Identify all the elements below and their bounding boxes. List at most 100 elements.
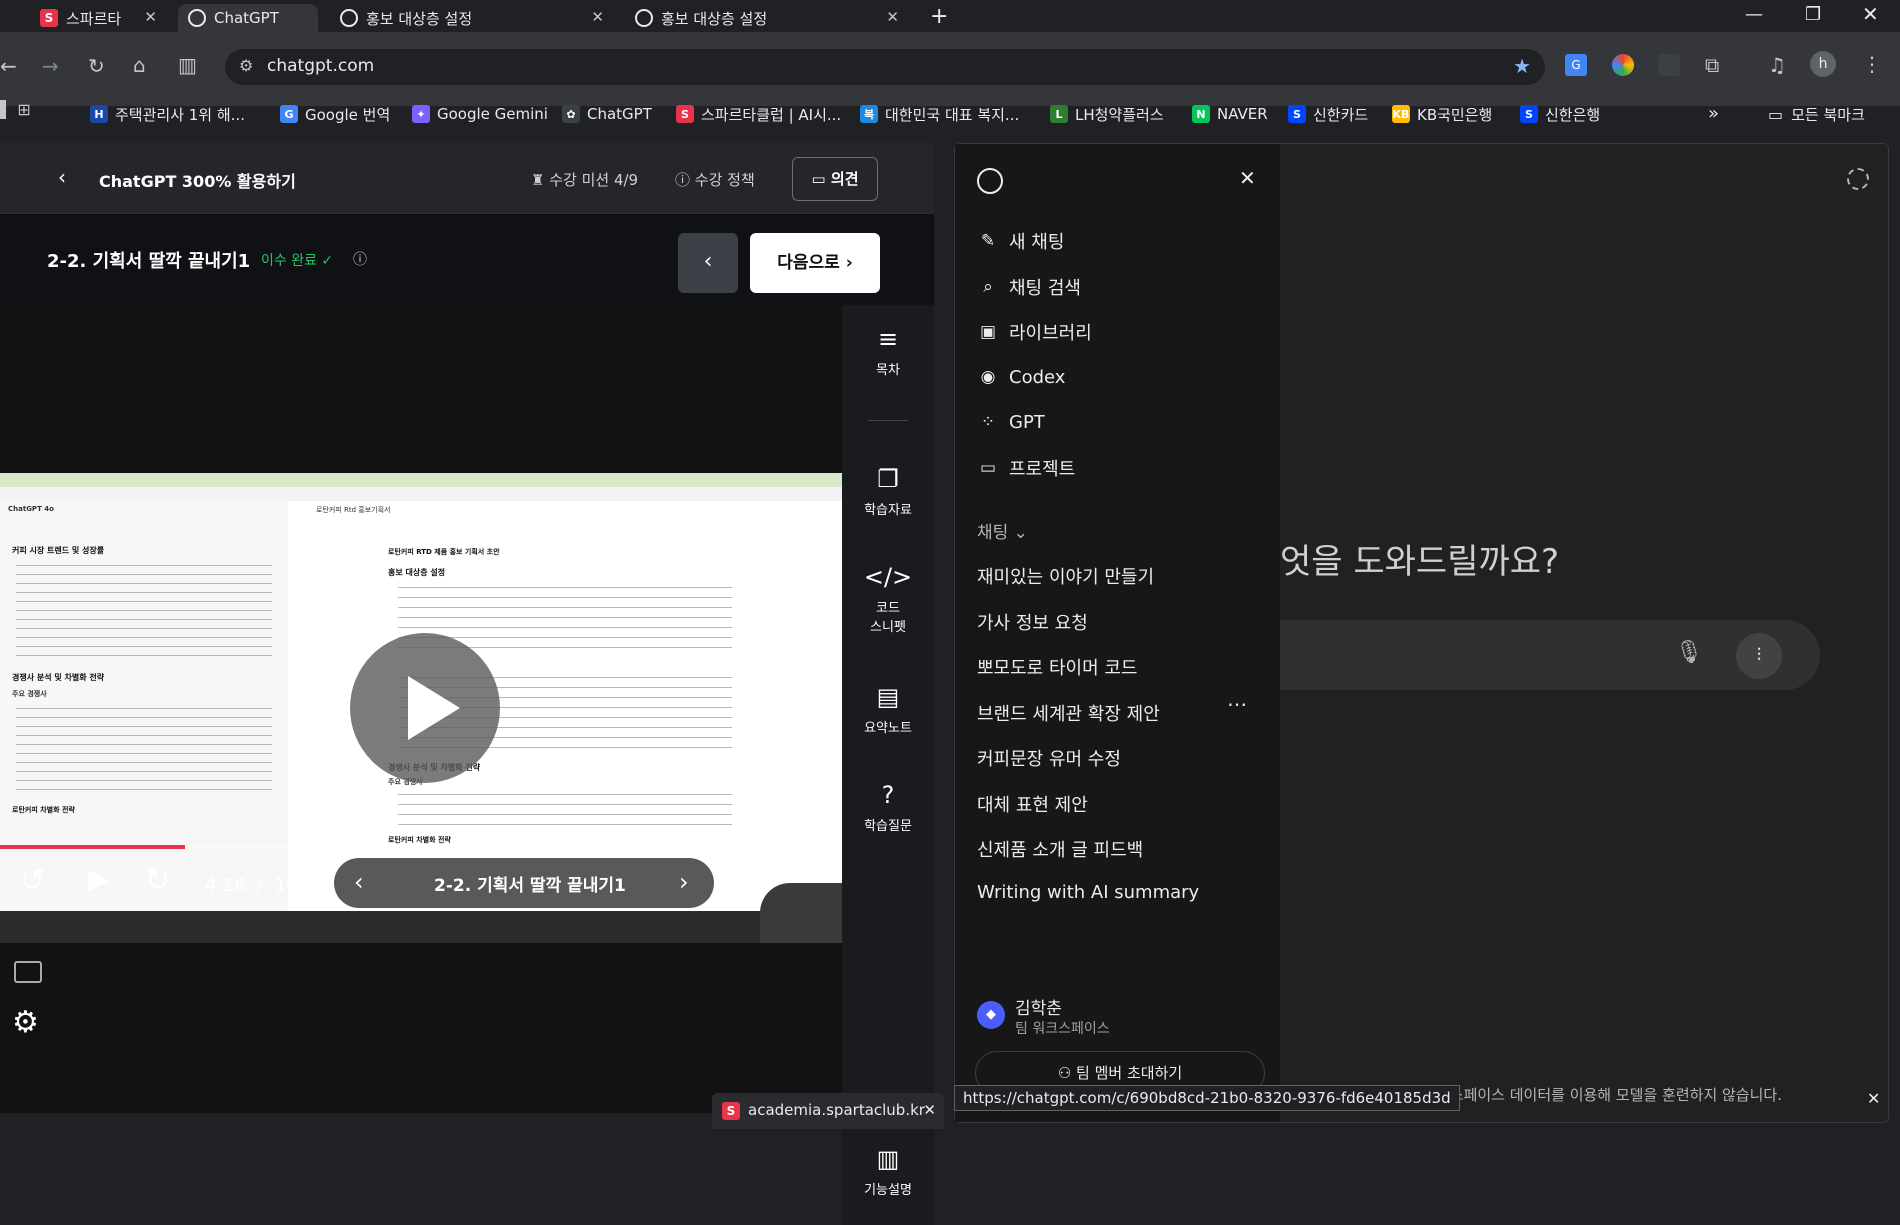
new-tab-button[interactable]: + (930, 4, 948, 29)
translate-icon[interactable]: G (1565, 54, 1587, 76)
bookmark-item[interactable]: H 주택관리사 1위 해... (90, 100, 245, 128)
divider (868, 420, 908, 421)
feedback-button[interactable]: ▭ 의견 (792, 157, 878, 201)
puzzle-icon[interactable]: ⧉ (1705, 53, 1719, 77)
chat-history-item[interactable]: 대체 표현 제안 (977, 791, 1088, 817)
bookmark-item[interactable]: KB KB국민은행 (1392, 100, 1492, 128)
close-icon[interactable]: ✕ (923, 1101, 936, 1119)
prev-chevron-icon[interactable]: ‹ (354, 868, 364, 896)
chat-history-item[interactable]: 가사 정보 요청 (977, 609, 1088, 635)
close-icon[interactable]: ✕ (1867, 1089, 1880, 1108)
chat-history-item[interactable]: 커피문장 유머 수정 (977, 745, 1121, 771)
side-menu-item[interactable]: ▤ 요약노트 (842, 683, 934, 736)
bookmark-label: KB국민은행 (1417, 105, 1493, 124)
video-progress-track[interactable] (0, 845, 842, 849)
video-heading: 경쟁사 분석 및 차별화 전략 (12, 673, 105, 682)
nav-item[interactable]: ⁘ GPT (977, 411, 1045, 433)
nav-item[interactable]: ▭ 프로젝트 (977, 455, 1075, 481)
play-button[interactable] (350, 633, 500, 783)
chat-history-item[interactable]: 뽀모도로 타이머 코드 (977, 654, 1137, 680)
window-close-button[interactable]: ✕ (1862, 2, 1879, 26)
microphone-icon[interactable]: 🎙︎ (1675, 640, 1703, 665)
bookmark-label: 대한민국 대표 복지... (885, 105, 1020, 124)
back-chevron-icon[interactable]: ‹ (58, 165, 66, 189)
tab-promo-2[interactable]: 홍보 대상층 설정 ✕ (625, 4, 907, 32)
side-menu-item[interactable]: ❐ 학습자료 (842, 465, 934, 518)
rewind-icon[interactable]: ↺ (20, 863, 45, 898)
side-menu-item[interactable]: ? 학습질문 (842, 781, 934, 834)
close-icon[interactable]: ✕ (144, 8, 157, 26)
browser-toolbar: ← → ↻ ⌂ ▥ ⚙ chatgpt.com ★ G ⧉ ♫ h ⋮ (0, 32, 1900, 106)
voice-mode-icon[interactable]: ⫶ (1736, 633, 1782, 679)
video-player[interactable]: ChatGPT 4o 커피 시장 트렌드 및 성장률 경쟁사 분석 및 차별화 … (0, 473, 842, 943)
apps-icon[interactable]: ▌ ⊞ (0, 100, 31, 119)
back-icon[interactable]: ← (0, 54, 17, 78)
bookmark-item[interactable]: G Google 번역 (280, 100, 390, 128)
bookmark-item[interactable]: S 신한은행 (1520, 100, 1600, 128)
play-small-icon[interactable]: ▶ (88, 862, 110, 895)
side-menu-item[interactable]: ≡ 목차 (842, 325, 934, 378)
chat-history-item[interactable]: 신제품 소개 글 피드백 (977, 836, 1143, 862)
user-name[interactable]: 김학춘 (1015, 994, 1062, 1019)
close-icon[interactable]: ✕ (591, 8, 604, 26)
mission-status[interactable]: ♜ 수강 미션 4/9 (531, 169, 638, 190)
volume-icon[interactable]: 🔊︎ (733, 871, 748, 899)
settings-icon[interactable]: ⚙ (12, 1005, 39, 1040)
chats-header[interactable]: 채팅 ⌄ (977, 518, 1028, 543)
maximize-button[interactable]: ❐ (1805, 4, 1821, 25)
nav-item[interactable]: ⌕ 채팅 검색 (977, 274, 1081, 300)
more-bookmarks-icon[interactable]: » (1708, 103, 1719, 124)
policy-label: 수강 정책 (694, 171, 755, 189)
user-avatar[interactable]: ◆ (977, 1001, 1005, 1029)
tab-promo-1[interactable]: 홍보 대상층 설정 ✕ (330, 4, 612, 32)
prev-lesson-button[interactable]: ‹ (678, 233, 738, 293)
bookmark-item[interactable]: 복 대한민국 대표 복지... (860, 100, 1019, 128)
minimize-button[interactable]: — (1745, 4, 1763, 25)
close-icon[interactable]: ✕ (886, 8, 899, 26)
download-bubble[interactable]: Sacademia.spartaclub.kr ✕ (712, 1093, 944, 1129)
all-bookmarks-label: 모든 북마크 (1791, 105, 1865, 124)
nav-item[interactable]: ◉ Codex (977, 366, 1066, 388)
home-icon[interactable]: ⌂ (133, 53, 146, 77)
prompt-input[interactable]: 🎙︎ ⫶ (1280, 620, 1820, 690)
extension-icon[interactable] (1658, 54, 1680, 76)
policy-link[interactable]: ⓘ 수강 정책 (675, 169, 755, 190)
side-menu-item[interactable]: </> 코드 스니펫 (842, 563, 934, 635)
address-bar[interactable]: ⚙ chatgpt.com ★ (225, 49, 1545, 85)
nav-item[interactable]: ✎ 새 채팅 (977, 228, 1065, 254)
bookmark-item[interactable]: ✦ Google Gemini (412, 100, 548, 128)
close-sidebar-icon[interactable]: ✕ (1239, 166, 1256, 190)
tab-sparta[interactable]: S 스파르타 ✕ (30, 4, 165, 32)
forward-icon[interactable]: → (42, 54, 59, 78)
tab-chatgpt[interactable]: ChatGPT (178, 4, 318, 32)
bookmark-star-icon[interactable]: ★ (1513, 54, 1531, 78)
nav-label: GPT (1009, 411, 1045, 433)
bookmark-item[interactable]: S 스파르타클럽 | AI시... (676, 100, 841, 128)
extension-icon[interactable] (1612, 54, 1634, 76)
menu-icon[interactable]: ⋮ (1862, 52, 1882, 76)
reload-icon[interactable]: ↻ (88, 54, 105, 78)
forward-10-icon[interactable]: ↻ (145, 863, 170, 898)
bookmark-item[interactable]: N NAVER (1192, 100, 1268, 128)
chat-history-item[interactable]: 브랜드 세계관 확장 제안 (977, 700, 1160, 726)
more-options-icon[interactable]: ⋯ (1227, 692, 1247, 716)
bookmark-item[interactable]: L LH청약플러스 (1050, 100, 1164, 128)
subtitle-icon[interactable] (14, 961, 42, 983)
bookmark-item[interactable]: ✿ ChatGPT (562, 100, 652, 128)
next-lesson-button[interactable]: 다음으로 › (750, 233, 880, 293)
help-icon[interactable]: ⓘ (353, 249, 367, 269)
site-info-icon[interactable]: ⚙ (239, 56, 253, 75)
next-chevron-icon[interactable]: › (679, 868, 689, 896)
temporary-chat-icon[interactable] (1847, 168, 1869, 190)
all-bookmarks[interactable]: ▭ 모든 북마크 (1768, 100, 1865, 128)
bookmark-label: 주택관리사 1위 해... (115, 105, 245, 124)
profile-avatar[interactable]: h (1810, 51, 1836, 77)
media-icon[interactable]: ♫ (1768, 53, 1786, 77)
openai-logo-icon[interactable] (977, 168, 1003, 194)
reading-mode-icon[interactable]: ▥ (178, 53, 197, 77)
bookmark-item[interactable]: S 신한카드 (1288, 100, 1368, 128)
nav-item[interactable]: ▣ 라이브러리 (977, 319, 1092, 345)
chat-history-item[interactable]: Writing with AI summary (977, 882, 1199, 903)
side-menu-item[interactable]: ▥ 기능설명 (842, 1145, 934, 1198)
chat-history-item[interactable]: 재미있는 이야기 만들기 (977, 563, 1154, 589)
